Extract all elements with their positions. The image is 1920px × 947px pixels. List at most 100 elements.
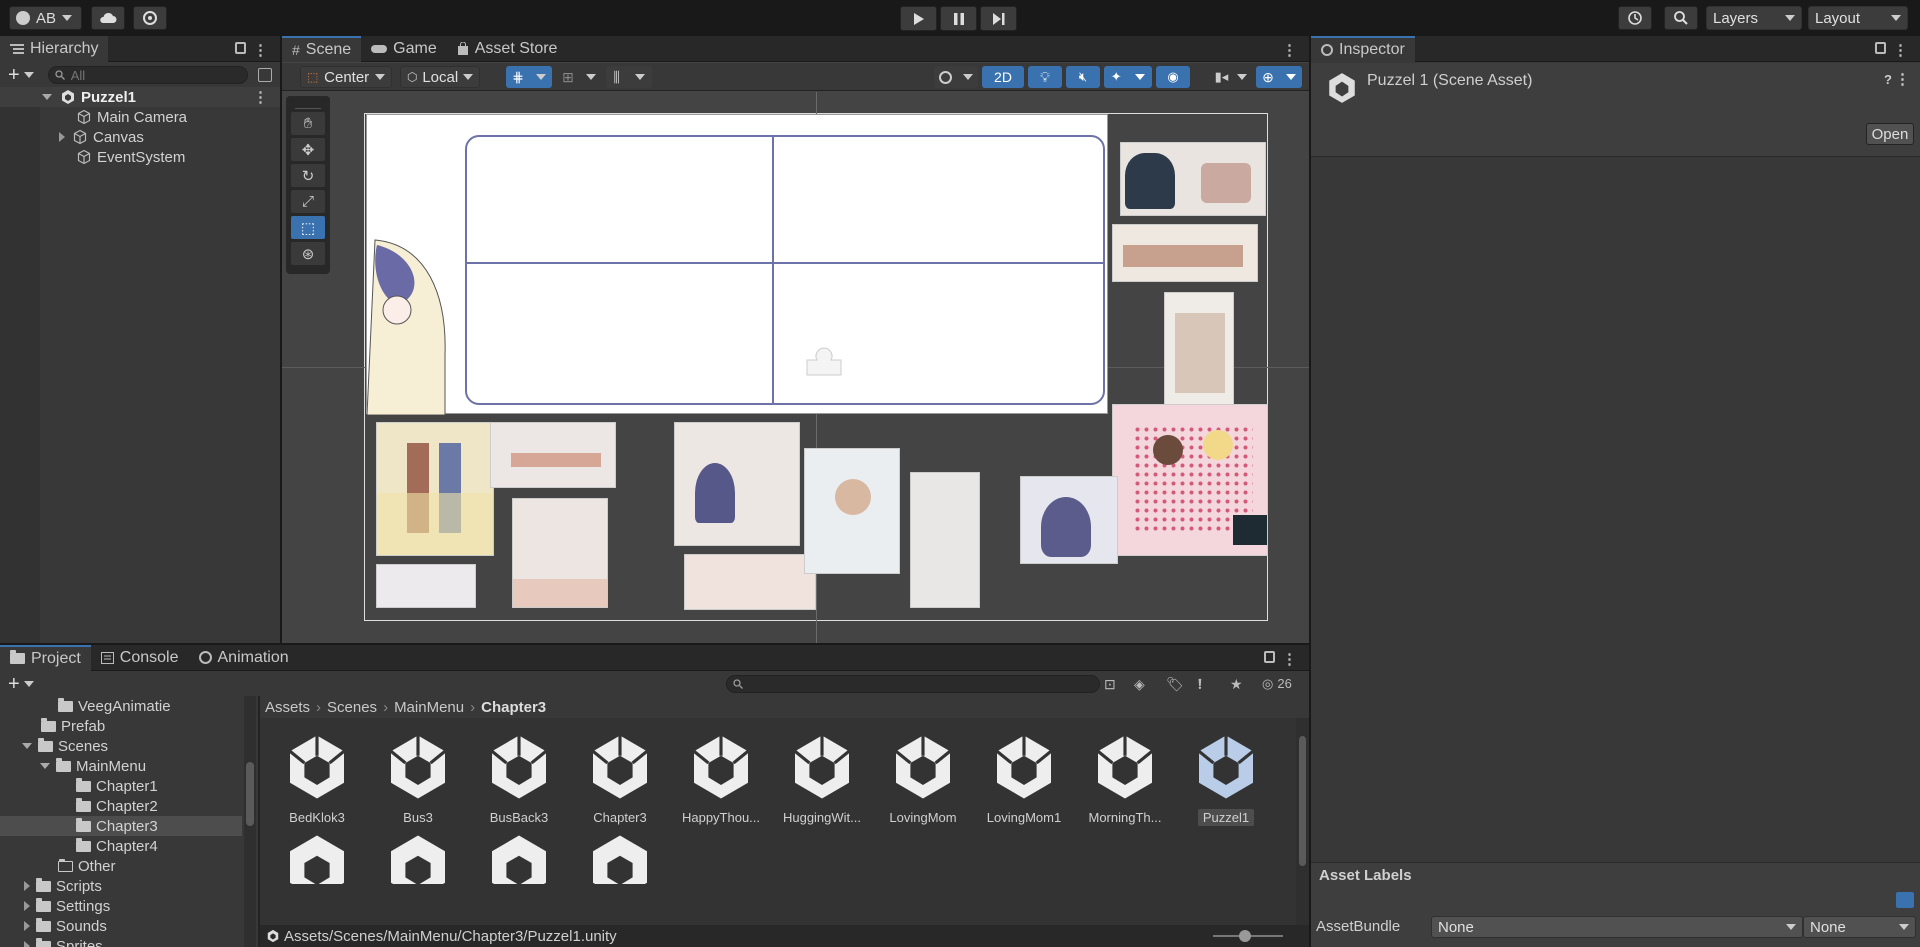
puzzle-piece[interactable]	[684, 554, 816, 610]
space-dropdown[interactable]: ⬡ Local	[400, 66, 480, 88]
tab-project[interactable]: Project	[0, 644, 91, 671]
chevron-right-icon[interactable]	[59, 132, 65, 142]
lock-icon[interactable]	[1875, 42, 1886, 54]
folder-item-scenes[interactable]: Scenes	[22, 736, 108, 756]
breadcrumb-item-current[interactable]: Chapter3	[481, 699, 546, 716]
transform-tool-button[interactable]: ⊛	[291, 242, 325, 265]
breadcrumb-item[interactable]: MainMenu	[394, 699, 464, 716]
puzzle-piece[interactable]	[1020, 476, 1118, 564]
tab-asset-store[interactable]: Asset Store	[447, 36, 568, 62]
asset-tile-bus3[interactable]: Bus3	[373, 730, 463, 825]
collab-button[interactable]	[133, 6, 167, 30]
kebab-menu-icon[interactable]: ⋮	[1282, 650, 1297, 668]
undo-history-button[interactable]	[1618, 6, 1652, 30]
layout-dropdown[interactable]: Layout	[1808, 6, 1908, 30]
help-icon[interactable]: ?	[1884, 72, 1892, 87]
chevron-down-icon[interactable]	[23, 72, 34, 78]
puzzle-piece[interactable]	[1120, 142, 1266, 216]
hierarchy-item-eventsystem[interactable]: EventSystem	[76, 147, 185, 167]
tab-scene[interactable]: # Scene	[282, 35, 362, 62]
layers-dropdown[interactable]: Layers	[1706, 6, 1802, 30]
kebab-menu-icon[interactable]: ⋮	[253, 88, 268, 106]
scale-tool-button[interactable]: ⤢	[291, 190, 325, 213]
hidden-packages-toggle[interactable]: ◎ 26	[1262, 676, 1292, 692]
kebab-menu-icon[interactable]: ⋮	[1282, 41, 1297, 59]
folder-item-scripts[interactable]: Scripts	[24, 876, 102, 896]
puzzle-piece[interactable]	[512, 498, 608, 608]
asset-tile-busback3[interactable]: BusBack3	[474, 730, 564, 825]
chevron-down-icon[interactable]	[40, 763, 50, 769]
kebab-menu-icon[interactable]: ⋮	[1895, 70, 1910, 88]
breadcrumb-item[interactable]: Assets	[265, 699, 310, 716]
tab-animation[interactable]: Animation	[189, 645, 299, 671]
audio-toggle[interactable]: 🔇︎	[1066, 66, 1100, 88]
asset-tile-chapter3[interactable]: Chapter3	[575, 730, 665, 825]
kebab-menu-icon[interactable]: ⋮	[253, 41, 268, 59]
open-button[interactable]: Open	[1866, 123, 1914, 145]
search-button[interactable]	[1664, 6, 1698, 30]
add-icon[interactable]: +	[8, 673, 20, 696]
breadcrumb-item[interactable]: Scenes	[327, 699, 377, 716]
project-search[interactable]	[726, 675, 1100, 693]
puzzle-piece[interactable]	[490, 422, 616, 488]
puzzle-piece[interactable]	[376, 422, 494, 556]
puzzle-piece[interactable]	[910, 472, 980, 608]
scene-visibility-icon[interactable]	[257, 68, 272, 82]
gizmos-dropdown[interactable]: ⊕	[1256, 66, 1302, 88]
grid-visibility-toggle[interactable]: ⊞	[556, 66, 602, 88]
lock-icon[interactable]	[1264, 651, 1275, 663]
puzzle-piece[interactable]	[1112, 224, 1258, 282]
puzzle-piece[interactable]	[1112, 404, 1268, 556]
chevron-right-icon[interactable]	[24, 901, 30, 911]
lock-icon[interactable]	[235, 42, 246, 54]
shading-mode-dropdown[interactable]	[934, 66, 978, 88]
asset-tile-bedklok3[interactable]: BedKlok3	[272, 730, 362, 825]
label-filter-icon[interactable]: 🏷︎	[1166, 676, 1184, 693]
account-dropdown[interactable]: AB	[9, 6, 82, 30]
folder-item-settings[interactable]: Settings	[24, 896, 110, 916]
pause-button[interactable]	[940, 6, 977, 31]
chevron-down-icon[interactable]	[23, 681, 34, 687]
folder-item-veeganimatie[interactable]: VeegAnimatie	[58, 696, 171, 716]
hierarchy-search[interactable]	[47, 66, 248, 84]
tag-icon[interactable]	[1896, 892, 1914, 908]
grid-snap-toggle[interactable]: ⋕	[506, 66, 552, 88]
hierarchy-search-input[interactable]	[70, 67, 231, 83]
asset-tile-huggingwit[interactable]: HuggingWit...	[777, 730, 867, 825]
unity-scene-icon[interactable]	[483, 830, 555, 884]
hierarchy-item-canvas[interactable]: Canvas	[59, 127, 144, 147]
unity-scene-icon[interactable]	[281, 830, 353, 884]
pivot-dropdown[interactable]: ⬚ Center	[300, 66, 392, 88]
asset-tile-puzzel1[interactable]: Puzzel1	[1181, 730, 1271, 826]
asset-variant-dropdown[interactable]: None	[1803, 916, 1916, 938]
folder-item-prefab[interactable]: Prefab	[41, 716, 105, 736]
search-scope-icon[interactable]: ⊡	[1104, 676, 1116, 693]
scrollbar-thumb[interactable]	[1299, 736, 1306, 866]
hand-tool-button[interactable]: ✋︎	[291, 112, 325, 135]
folder-item-chapter1[interactable]: Chapter1	[76, 776, 158, 796]
asset-tile-lovingmom1[interactable]: LovingMom1	[979, 730, 1069, 825]
effects-dropdown[interactable]: ✦	[1104, 66, 1152, 88]
folder-item-other[interactable]: Other	[58, 856, 116, 876]
kebab-menu-icon[interactable]: ⋮	[1893, 41, 1908, 59]
move-tool-button[interactable]: ✥	[291, 138, 325, 161]
asset-tile-lovingmom[interactable]: LovingMom	[878, 730, 968, 825]
cloud-button[interactable]	[91, 6, 125, 30]
asset-tile-morningth[interactable]: MorningTh...	[1080, 730, 1170, 825]
star-icon[interactable]: ★	[1230, 676, 1243, 693]
chevron-right-icon[interactable]	[24, 921, 30, 931]
chevron-down-icon[interactable]	[42, 94, 52, 100]
camera-dropdown[interactable]: ▮◂	[1210, 66, 1252, 88]
chevron-right-icon[interactable]	[24, 881, 30, 891]
tab-game[interactable]: Game	[361, 36, 447, 62]
tab-hierarchy[interactable]: Hierarchy	[0, 35, 109, 62]
folder-item-chapter2[interactable]: Chapter2	[76, 796, 158, 816]
puzzle-piece[interactable]	[376, 564, 476, 608]
rotate-tool-button[interactable]: ↻	[291, 164, 325, 187]
scene-viewport[interactable]: ✋︎ ✥ ↻ ⤢ ⬚ ⊛	[282, 92, 1309, 643]
lighting-toggle[interactable]: 💡︎	[1028, 66, 1062, 88]
asset-browser-scrollbar[interactable]	[1296, 718, 1309, 925]
tab-console[interactable]: Console	[91, 645, 189, 671]
folder-item-sounds[interactable]: Sounds	[24, 916, 107, 936]
puzzle-piece[interactable]	[674, 422, 800, 546]
